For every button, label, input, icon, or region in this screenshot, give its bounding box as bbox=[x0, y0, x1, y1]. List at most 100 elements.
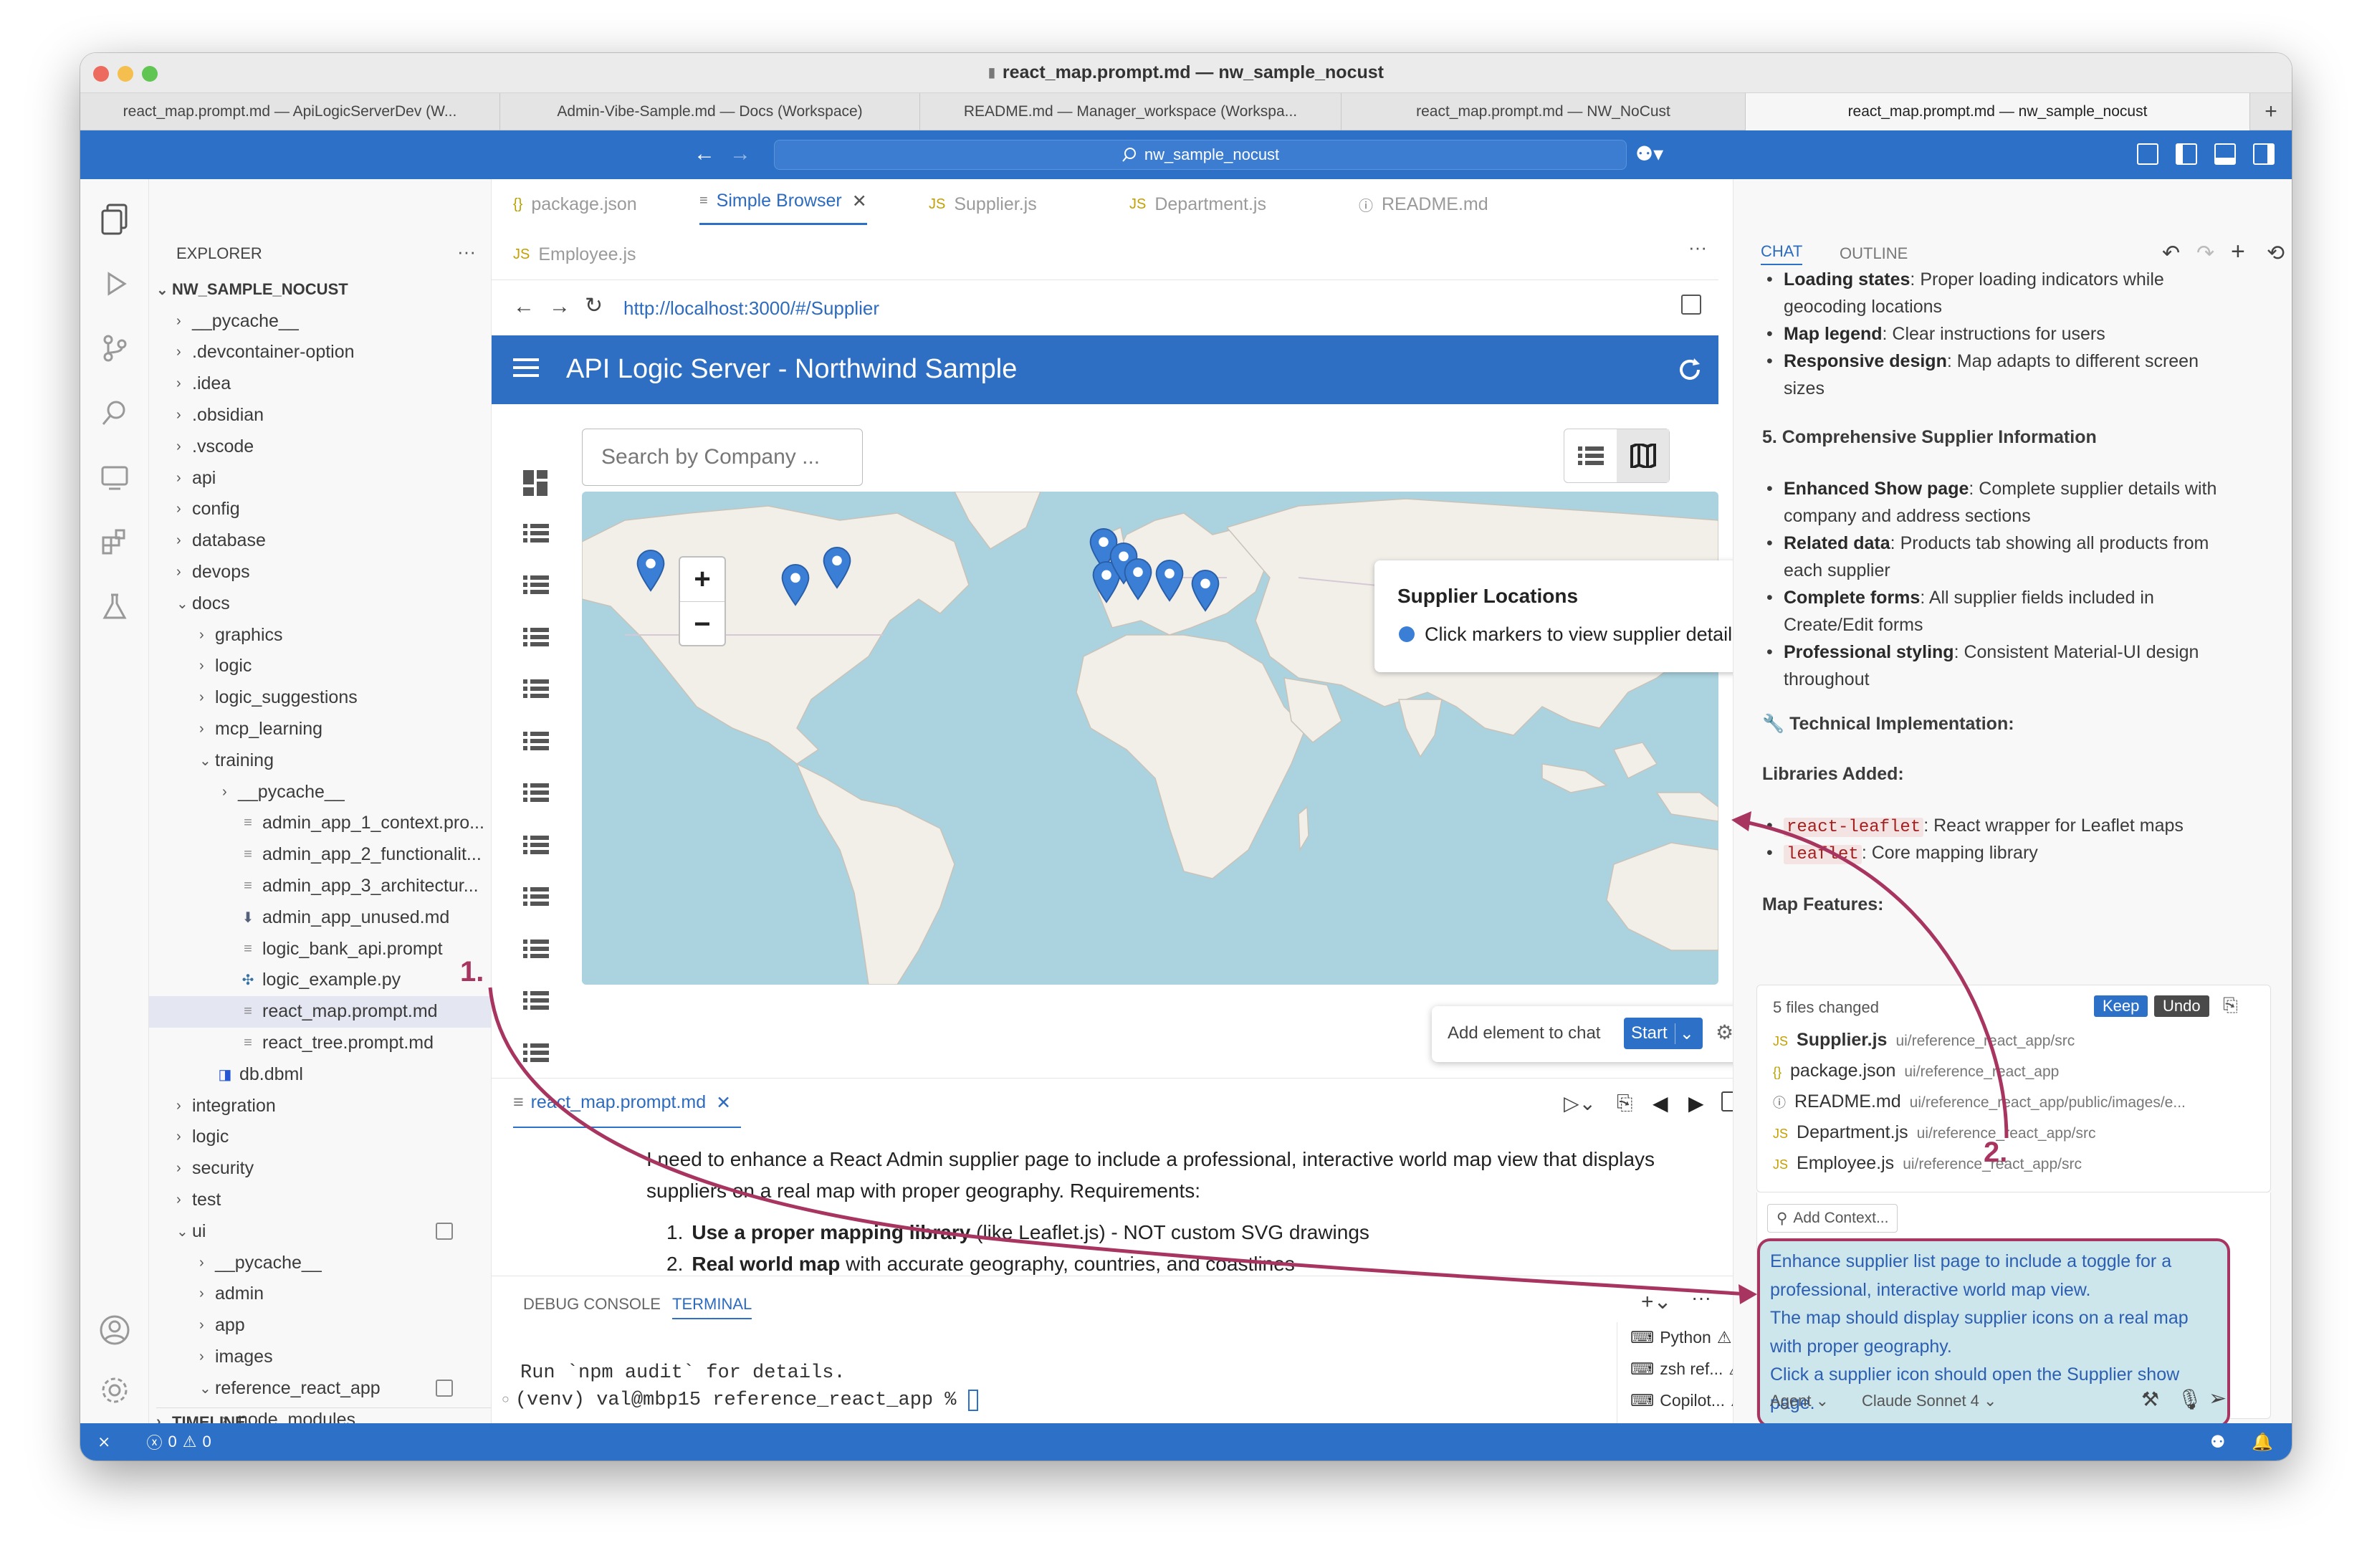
tree-file[interactable]: ≡ admin_app_2_functionalit... bbox=[149, 839, 491, 871]
resource-list-icon[interactable] bbox=[523, 938, 549, 958]
supplier-marker-icon[interactable] bbox=[635, 549, 666, 592]
run-debug-icon[interactable] bbox=[96, 265, 133, 302]
editor-tab[interactable]: ≡ Simple Browser ✕ bbox=[699, 179, 867, 225]
resource-list-icon[interactable] bbox=[523, 782, 549, 802]
tree-folder[interactable]: › .vscode bbox=[149, 431, 491, 462]
undo-icon[interactable]: ↶ bbox=[2162, 241, 2180, 266]
browser-forward-icon[interactable]: → bbox=[549, 295, 570, 319]
supplier-marker-icon[interactable] bbox=[780, 563, 811, 606]
forward-arrow-icon[interactable]: → bbox=[730, 142, 751, 166]
explorer-root[interactable]: ⌄ NW_SAMPLE_NOCUST bbox=[156, 274, 491, 305]
source-control-icon[interactable] bbox=[96, 330, 133, 367]
tree-file[interactable]: ⬇ admin_app_unused.md bbox=[149, 902, 491, 933]
terminal-instance[interactable]: ⌨zsh ref...⚠ bbox=[1630, 1359, 1744, 1379]
command-center-search[interactable]: nw_sample_nocust bbox=[774, 140, 1627, 170]
window-tab[interactable]: react_map.prompt.md — ApiLogicServerDev … bbox=[80, 93, 500, 130]
browser-reload-icon[interactable]: ↻ bbox=[585, 293, 603, 318]
explorer-icon[interactable] bbox=[96, 201, 133, 238]
model-select[interactable]: Claude Sonnet 4 ⌄ bbox=[1862, 1392, 1996, 1410]
supplier-marker-icon[interactable] bbox=[1190, 569, 1221, 612]
supplier-marker-icon[interactable] bbox=[1154, 559, 1185, 602]
terminal-instance[interactable]: ⌨ Python ⚠ bbox=[1630, 1328, 1731, 1347]
editor-tab[interactable]: JS Employee.js bbox=[513, 229, 636, 279]
keep-button[interactable]: Keep bbox=[2094, 995, 2148, 1017]
tree-folder[interactable]: › __pycache__ bbox=[149, 1247, 491, 1278]
new-terminal-icon[interactable]: +⌄ bbox=[1641, 1289, 1672, 1314]
tree-file[interactable]: ◨ db.dbml bbox=[149, 1058, 491, 1090]
changed-file-row[interactable]: ⓘ README.md ui/reference_react_app/public/… bbox=[1773, 1091, 2186, 1112]
account-icon[interactable] bbox=[96, 1311, 133, 1349]
changed-file-row[interactable]: JS Employee.js ui/reference_react_app/src bbox=[1773, 1153, 2082, 1174]
chat-tab[interactable]: CHAT bbox=[1761, 242, 1803, 265]
testing-flask-icon[interactable] bbox=[96, 588, 133, 625]
next-change-icon[interactable]: ▶ bbox=[1688, 1091, 1704, 1115]
redo-icon[interactable]: ↷ bbox=[2196, 241, 2214, 266]
open-external-icon[interactable] bbox=[1681, 295, 1701, 315]
search-icon[interactable] bbox=[96, 394, 133, 431]
extensions-icon[interactable] bbox=[96, 523, 133, 560]
remote-indicator-icon[interactable]: ⨯ bbox=[97, 1433, 110, 1451]
supplier-marker-icon[interactable] bbox=[1122, 558, 1154, 601]
editor-tab[interactable]: {} package.json bbox=[513, 179, 637, 229]
tree-folder[interactable]: › database bbox=[149, 525, 491, 557]
close-window-button[interactable] bbox=[93, 66, 109, 82]
explorer-more-button[interactable]: ··· bbox=[457, 241, 476, 263]
new-window-tab-button[interactable]: + bbox=[2250, 93, 2292, 130]
browser-back-icon[interactable]: ← bbox=[513, 295, 535, 319]
dashboard-icon[interactable] bbox=[523, 470, 549, 496]
resource-list-icon[interactable] bbox=[523, 730, 549, 750]
resource-list-icon[interactable] bbox=[523, 834, 549, 854]
terminal-prompt-line[interactable]: ○ (venv) val@mbp15 reference_react_app % bbox=[502, 1390, 978, 1411]
remote-explorer-icon[interactable] bbox=[96, 459, 133, 496]
tree-folder[interactable]: ⌄ training bbox=[149, 745, 491, 776]
prompt-md-content[interactable]: I need to enhance a React Admin supplier… bbox=[492, 1128, 1733, 1276]
zoom-out-button[interactable]: − bbox=[680, 602, 724, 646]
browser-url-input[interactable]: http://localhost:3000/#/Supplier bbox=[623, 297, 879, 320]
resource-list-icon[interactable] bbox=[523, 990, 549, 1010]
editor-more-button[interactable]: ··· bbox=[1688, 236, 1707, 259]
tree-folder[interactable]: ⌄ docs bbox=[149, 588, 491, 619]
view-all-changes-icon[interactable]: ⎘ bbox=[2223, 994, 2238, 1017]
terminal-instance[interactable]: ⌨Copilot...⚠ bbox=[1630, 1391, 1746, 1410]
secondary-sidebar-toggle-icon[interactable] bbox=[2253, 143, 2275, 165]
window-tab[interactable]: react_map.prompt.md — NW_NoCust bbox=[1342, 93, 1746, 130]
close-tab-icon[interactable]: ✕ bbox=[716, 1092, 731, 1114]
tree-folder[interactable]: › mcp_learning bbox=[149, 713, 491, 745]
layout-toggle-icon[interactable] bbox=[2137, 143, 2158, 165]
tree-folder[interactable]: › images bbox=[149, 1341, 491, 1372]
gear-icon[interactable]: ⚙ bbox=[1716, 1020, 1733, 1044]
tree-file[interactable]: ≡ admin_app_1_context.pro... bbox=[149, 808, 491, 839]
changed-file-row[interactable]: JS Supplier.js ui/reference_react_app/src bbox=[1773, 1030, 2075, 1051]
editor-tab[interactable]: JS Supplier.js bbox=[929, 179, 1037, 229]
search-by-company-input[interactable]: Search by Company ... bbox=[582, 429, 863, 486]
window-tab[interactable]: README.md — Manager_workspace (Workspa..… bbox=[920, 93, 1342, 130]
microphone-icon[interactable]: 🎙 bbox=[2177, 1387, 2203, 1411]
refresh-icon[interactable] bbox=[1675, 355, 1704, 384]
add-context-button[interactable]: ⚲ Add Context... bbox=[1767, 1204, 1898, 1233]
tree-file[interactable]: ≡ admin_app_3_architectur... bbox=[149, 870, 491, 902]
supplier-marker-icon[interactable] bbox=[821, 546, 853, 589]
minimize-window-button[interactable] bbox=[118, 66, 133, 82]
tree-folder[interactable]: › .devcontainer-option bbox=[149, 337, 491, 368]
panel-more-icon[interactable]: ··· bbox=[1691, 1286, 1711, 1309]
copilot-icon[interactable]: ⚉▾ bbox=[1635, 142, 1663, 166]
tree-folder[interactable]: › .idea bbox=[149, 368, 491, 400]
tree-folder[interactable]: › config bbox=[149, 494, 491, 525]
undo-button[interactable]: Undo bbox=[2154, 995, 2209, 1017]
tree-file[interactable]: ✣ logic_example.py bbox=[149, 965, 491, 996]
settings-gear-icon[interactable] bbox=[96, 1372, 133, 1409]
tree-file[interactable]: ≡ react_tree.prompt.md bbox=[149, 1027, 491, 1058]
tree-folder[interactable]: › api bbox=[149, 462, 491, 494]
tree-file[interactable]: ≡ logic_bank_api.prompt bbox=[149, 933, 491, 965]
prompt-md-tab[interactable]: ≡ react_map.prompt.md ✕ bbox=[513, 1079, 742, 1129]
map-view-button[interactable] bbox=[1617, 429, 1669, 482]
close-tab-icon[interactable]: ✕ bbox=[852, 191, 867, 212]
outline-tab[interactable]: OUTLINE bbox=[1840, 244, 1908, 263]
changed-file-row[interactable]: JS Department.js ui/reference_react_app/sr… bbox=[1773, 1122, 2095, 1143]
open-changes-icon[interactable]: ⎘ bbox=[1617, 1091, 1632, 1115]
previous-change-icon[interactable]: ◀ bbox=[1653, 1091, 1668, 1115]
tree-folder[interactable]: › integration bbox=[149, 1090, 491, 1122]
primary-sidebar-toggle-icon[interactable] bbox=[2176, 143, 2197, 165]
tree-folder[interactable]: ⌄ ui bbox=[149, 1215, 491, 1247]
terminal-tab[interactable]: TERMINAL bbox=[672, 1295, 752, 1319]
